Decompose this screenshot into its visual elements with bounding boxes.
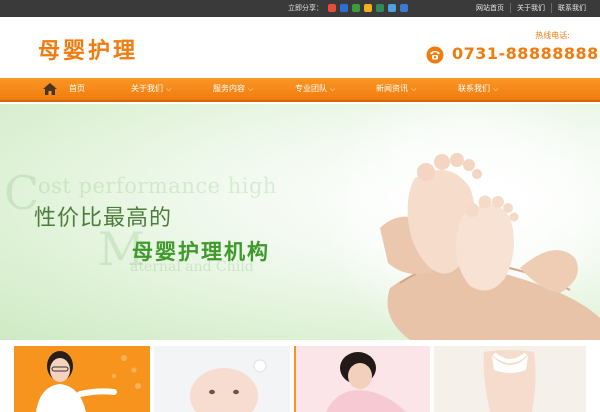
share-bar: 立即分享：	[288, 3, 408, 13]
nav-item-label: 新闻资讯	[376, 84, 408, 93]
chevron-down-icon: ⌵	[166, 85, 172, 93]
chevron-down-icon: ⌵	[330, 85, 336, 93]
douban-icon[interactable]	[376, 4, 384, 12]
feature-strip	[0, 340, 600, 412]
chevron-down-icon: ⌵	[248, 85, 254, 93]
renren-icon[interactable]	[340, 4, 348, 12]
baby-panel[interactable]	[154, 346, 290, 412]
phone-icon	[426, 46, 444, 64]
page: 立即分享： 网站首页 关于我们 联系我们 母婴护理 热线电话: 0731-888…	[0, 0, 600, 412]
nav-item-label: 服务内容	[213, 84, 245, 93]
nav-item-services[interactable]: 服务内容 ⌵	[213, 78, 253, 100]
nav-item-label: 专业团队	[295, 84, 327, 93]
postpartum-panel[interactable]	[434, 346, 586, 412]
hero-banner[interactable]: C ost performance high M aternal and Chi…	[0, 104, 600, 340]
share-icons	[328, 4, 408, 12]
nav-item-label: 联系我们	[458, 84, 490, 93]
nurse-panel[interactable]	[14, 346, 150, 412]
qzone-icon[interactable]	[328, 4, 336, 12]
baby-illustration	[190, 359, 267, 412]
favorite-icon[interactable]	[364, 4, 372, 12]
home-icon	[43, 83, 57, 95]
nav-item-news[interactable]: 新闻资讯 ⌵	[376, 78, 416, 100]
postpartum-illustration	[483, 350, 536, 412]
banner-slogan-secondary: 母婴护理机构	[132, 240, 270, 264]
top-link-about[interactable]: 关于我们	[510, 3, 551, 13]
ghost-text-cost-performance: ost performance high	[38, 174, 277, 198]
mother-illustration	[326, 352, 406, 412]
top-link-home[interactable]: 网站首页	[470, 3, 510, 13]
nav-item-about[interactable]: 关于我们 ⌵	[131, 78, 171, 100]
hotline-number: 0731-88888888	[452, 44, 599, 63]
tencent-weibo-icon[interactable]	[388, 4, 396, 12]
nav-item-home[interactable]: 首页	[42, 78, 85, 100]
plus-icon[interactable]	[400, 4, 408, 12]
top-link-contact[interactable]: 联系我们	[551, 3, 592, 13]
nav-item-label: 首页	[69, 84, 85, 93]
main-nav: 首页 关于我们 ⌵ 服务内容 ⌵ 专业团队 ⌵ 新闻资讯 ⌵ 联系我们 ⌵	[0, 78, 600, 102]
chevron-down-icon: ⌵	[411, 85, 417, 93]
top-bar: 立即分享： 网站首页 关于我们 联系我们	[0, 0, 600, 17]
banner-slogan-primary: 性价比最高的	[34, 206, 173, 231]
site-logo[interactable]: 母婴护理	[38, 33, 138, 65]
nurse-illustration	[36, 351, 141, 412]
qq-icon[interactable]	[352, 4, 360, 12]
chevron-down-icon: ⌵	[493, 85, 499, 93]
baby-feet-illustration	[380, 153, 600, 340]
hotline-label: 热线电话:	[535, 31, 570, 40]
nav-item-team[interactable]: 专业团队 ⌵	[295, 78, 335, 100]
share-label: 立即分享：	[288, 4, 323, 12]
nav-item-contact[interactable]: 联系我们 ⌵	[458, 78, 498, 100]
nav-item-label: 关于我们	[131, 84, 163, 93]
mother-panel[interactable]	[294, 346, 430, 412]
site-header: 母婴护理 热线电话: 0731-88888888	[0, 17, 600, 78]
top-links: 网站首页 关于我们 联系我们	[470, 3, 592, 13]
